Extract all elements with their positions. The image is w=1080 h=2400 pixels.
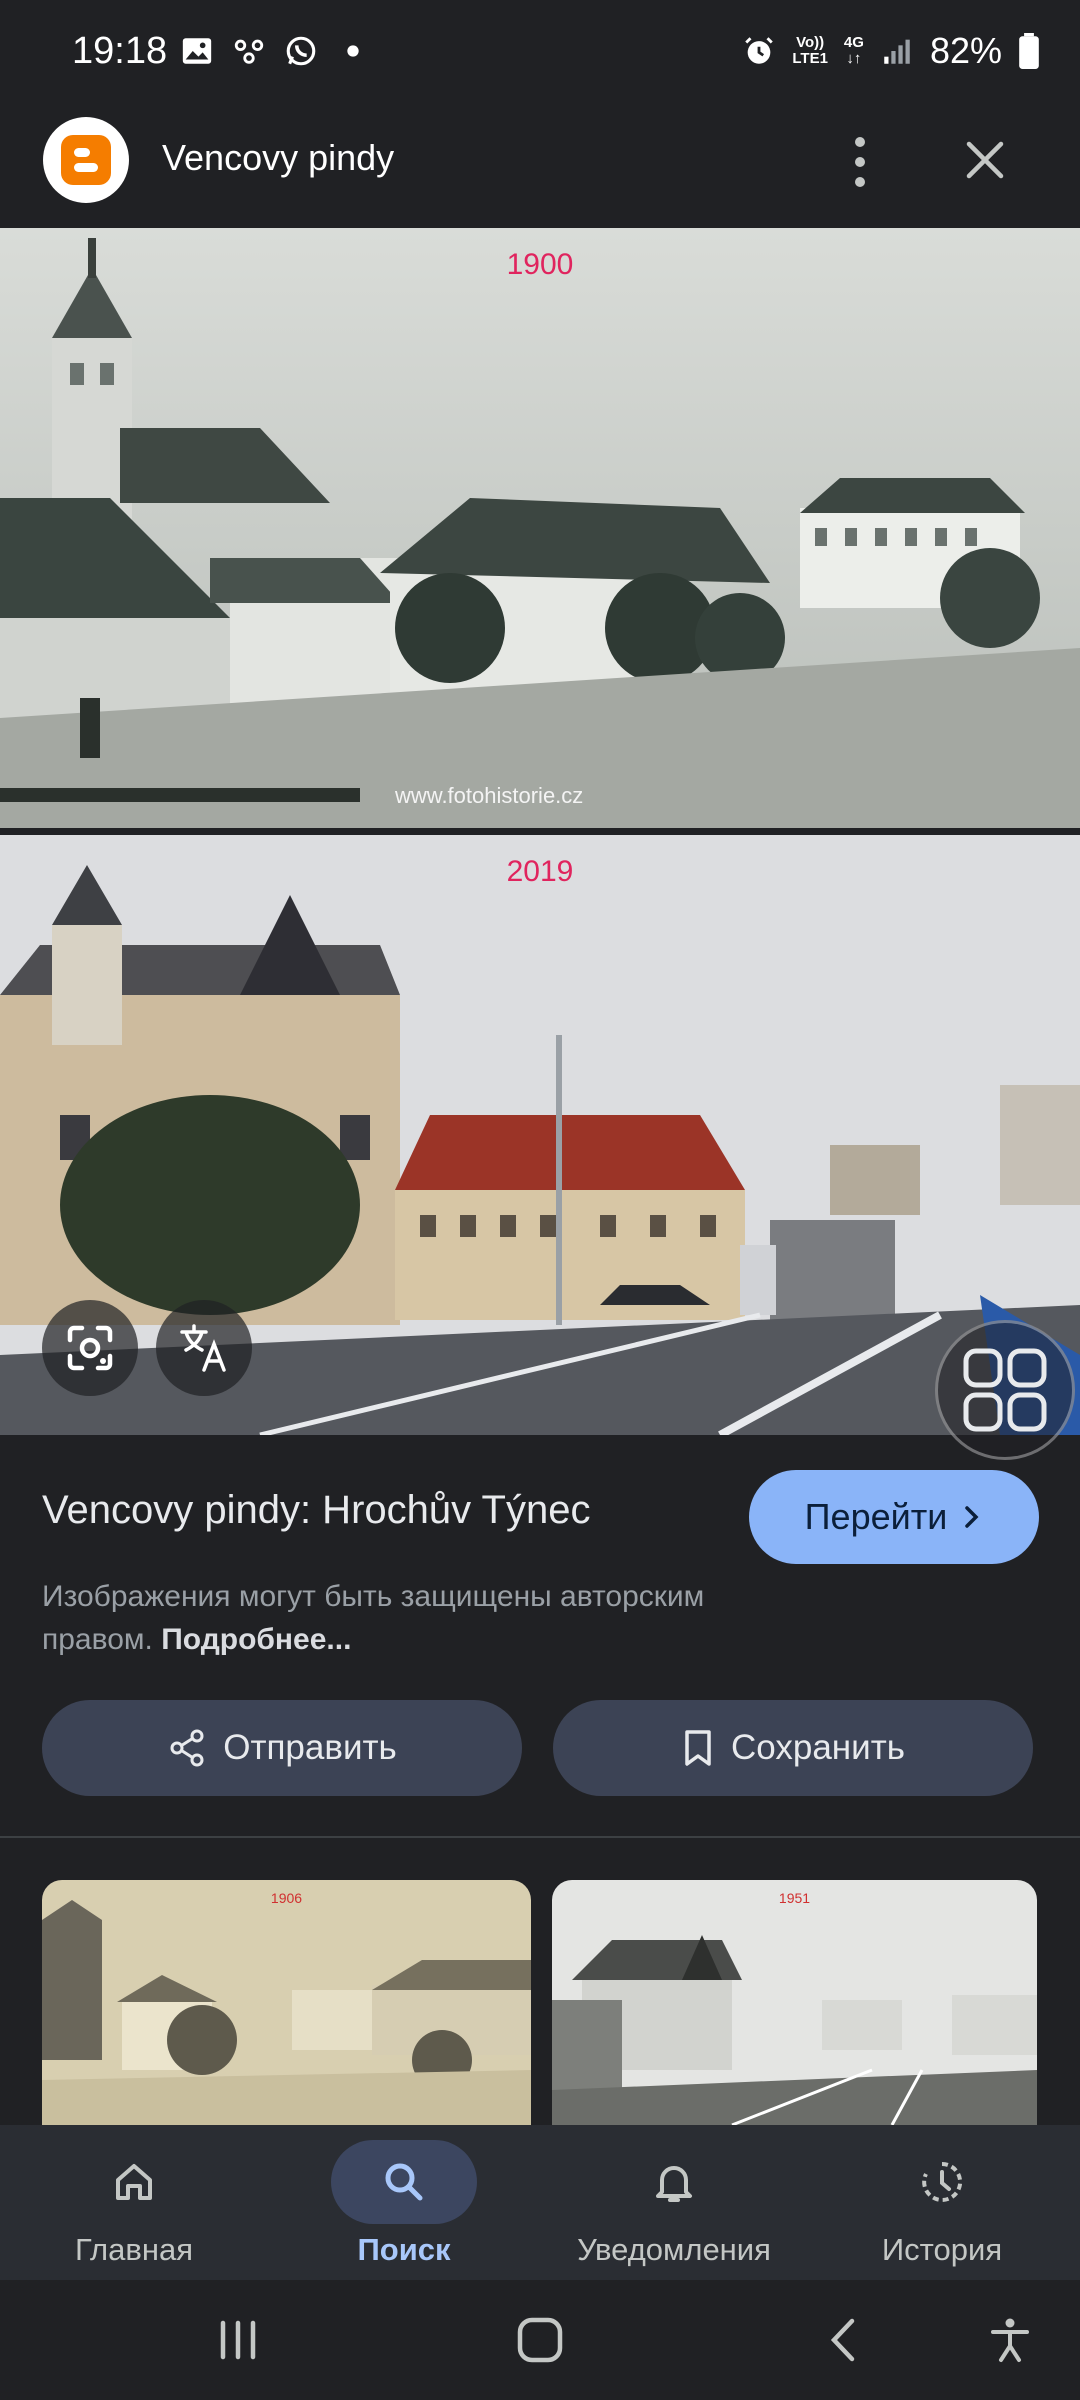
status-icons-left	[180, 34, 370, 68]
nav-search-label: Поиск	[357, 2232, 451, 2267]
more-options-button[interactable]	[838, 127, 882, 197]
year-label-2019: 2019	[506, 855, 574, 888]
lens-icon	[67, 1325, 113, 1371]
section-divider	[0, 1836, 1080, 1838]
close-button[interactable]	[955, 130, 1015, 190]
nav-notifications[interactable]: Уведомления	[554, 2140, 794, 2275]
bookmark-icon	[685, 1730, 711, 1766]
close-icon	[966, 141, 1004, 179]
status-time: 19:18	[72, 30, 168, 72]
bell-icon	[656, 2166, 692, 2202]
more-vert-icon	[855, 137, 865, 187]
header-title: Vencovy pindy	[162, 137, 395, 178]
image-grid-button[interactable]	[935, 1320, 1075, 1460]
system-navigation-bar	[0, 2280, 1080, 2400]
photo-1900[interactable]: 1900 www.fotohistorie.cz	[0, 228, 1080, 828]
status-bar: 19:18 Vo)) LTE1 4G ↓↑ 82%	[0, 0, 1080, 105]
copyright-notice: Изображения могут быть защищены авторски…	[42, 1575, 802, 1661]
related-image-2[interactable]: 1951	[552, 1880, 1037, 2125]
share-label: Отправить	[223, 1728, 397, 1767]
visit-button[interactable]: Перейти	[749, 1470, 1039, 1564]
recents-icon	[220, 2320, 256, 2360]
app-header: Vencovy pindy	[0, 105, 1080, 225]
recent-apps-button[interactable]	[208, 2310, 268, 2370]
nav-history-icon-wrap	[869, 2140, 1015, 2224]
nav-history-label: История	[881, 2232, 1003, 2267]
blogger-logo	[43, 117, 129, 203]
related-year-1: 1906	[270, 1890, 303, 1906]
accessibility-icon	[991, 2318, 1029, 2362]
related-year-2: 1951	[778, 1890, 811, 1906]
share-button[interactable]: Отправить	[42, 1700, 522, 1796]
nav-home[interactable]: Главная	[14, 2140, 254, 2275]
google-lens-button[interactable]	[42, 1300, 138, 1396]
translate-icon	[180, 1324, 226, 1372]
blogger-icon	[61, 135, 111, 185]
related-photo-1951	[552, 1880, 1037, 2125]
chevron-right-icon	[965, 1506, 979, 1528]
gallery-icon	[182, 38, 212, 64]
visit-label: Перейти	[804, 1496, 948, 1537]
copyright-text: Изображения могут быть защищены авторски…	[42, 1580, 705, 1656]
status-icons-right: Vo)) LTE1 4G ↓↑ 82%	[742, 30, 1040, 72]
nav-home-label: Главная	[75, 2232, 193, 2267]
related-photo-1906	[42, 1880, 531, 2125]
save-label: Сохранить	[731, 1728, 905, 1767]
nav-search-icon-wrap	[331, 2140, 477, 2224]
nav-history[interactable]: История	[822, 2140, 1062, 2275]
home-icon	[116, 2164, 152, 2200]
grid-icon	[963, 1348, 1047, 1432]
translate-button[interactable]	[156, 1300, 252, 1396]
back-button[interactable]	[815, 2310, 875, 2370]
result-title: Vencovy pindy: Hrochův Týnec	[42, 1488, 591, 1532]
share-icon	[170, 1729, 204, 1767]
back-icon	[830, 2318, 855, 2362]
link-icon	[234, 39, 264, 64]
battery-icon	[1019, 33, 1039, 69]
photo-watermark: www.fotohistorie.cz	[395, 783, 584, 808]
old-town-photo	[0, 228, 1080, 828]
nav-search[interactable]: Поиск	[284, 2140, 524, 2275]
volte-indicator: Vo)) LTE1	[792, 34, 828, 67]
network-gen-indicator: 4G ↓↑	[843, 34, 864, 67]
accessibility-button[interactable]	[980, 2310, 1040, 2370]
battery-percent: 82%	[929, 30, 1002, 71]
signal-icon	[884, 39, 910, 64]
related-image-1[interactable]: 1906	[42, 1880, 531, 2125]
nav-notifications-label: Уведомления	[577, 2232, 771, 2267]
search-icon	[385, 2163, 423, 2201]
learn-more-link[interactable]: Подробнее...	[161, 1623, 351, 1656]
dot-icon	[347, 45, 359, 57]
save-button[interactable]: Сохранить	[553, 1700, 1033, 1796]
alarm-icon	[745, 37, 774, 64]
history-icon	[922, 2161, 963, 2202]
bottom-navigation: Главная Поиск Уведомления История	[0, 2125, 1080, 2280]
home-system-button[interactable]	[510, 2310, 570, 2370]
year-label-1900: 1900	[506, 248, 574, 281]
nav-home-icon-wrap	[61, 2140, 207, 2224]
home-square-icon	[517, 2317, 563, 2363]
whatsapp-icon	[286, 36, 316, 66]
nav-notifications-icon-wrap	[601, 2140, 747, 2224]
